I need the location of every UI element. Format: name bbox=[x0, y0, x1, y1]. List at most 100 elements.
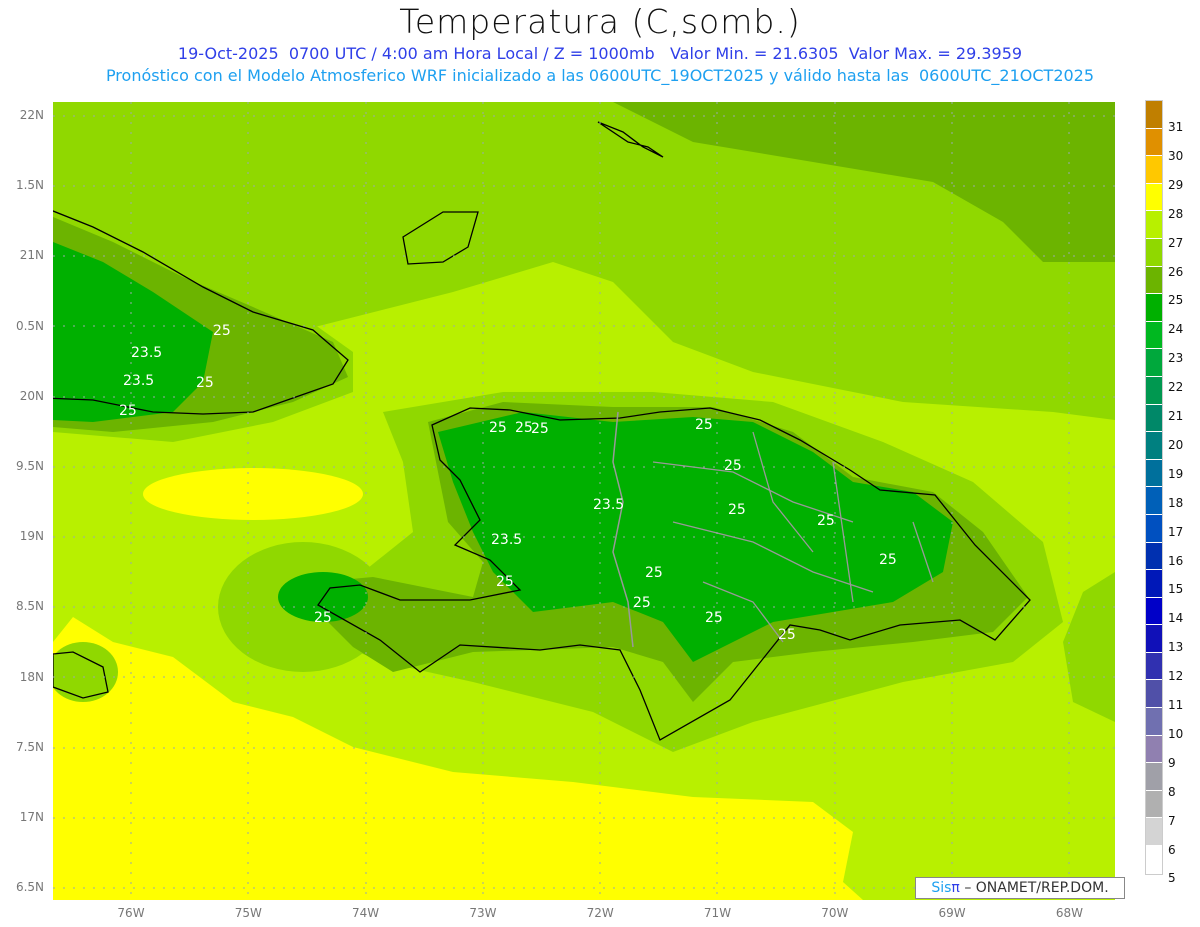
lat-label: 1.5N bbox=[15, 178, 44, 193]
colorbar-label: 22 bbox=[1168, 380, 1184, 395]
colorbar-label: 31 bbox=[1168, 120, 1184, 134]
colorbar-swatch bbox=[1146, 487, 1162, 515]
colorbar-label: 10 bbox=[1168, 726, 1184, 741]
colorbar-label: 13 bbox=[1168, 640, 1184, 655]
colorbar-swatch bbox=[1146, 846, 1162, 874]
contour-label: 25 bbox=[213, 323, 231, 339]
colorbar-swatch bbox=[1146, 790, 1162, 819]
colorbar-swatch bbox=[1146, 404, 1162, 433]
brand-pi: π bbox=[951, 880, 960, 896]
lon-label: 76W bbox=[117, 906, 145, 920]
colorbar-swatch bbox=[1146, 542, 1162, 571]
colorbar-label: 5 bbox=[1168, 871, 1176, 886]
colorbar-label: 27 bbox=[1168, 235, 1184, 250]
colorbar-swatch bbox=[1146, 459, 1162, 488]
colorbar-label: 30 bbox=[1168, 148, 1184, 163]
colorbar-label: 12 bbox=[1168, 669, 1184, 684]
colorbar-label: 15 bbox=[1168, 582, 1184, 597]
contour-label: 25 bbox=[531, 421, 549, 437]
contour-label: 25 bbox=[879, 552, 897, 568]
colorbar-swatch bbox=[1146, 128, 1162, 157]
colorbar-label: 14 bbox=[1168, 611, 1184, 626]
colorbar-label: 23 bbox=[1168, 351, 1184, 366]
lat-label: 22N bbox=[19, 108, 44, 122]
contour-label: 25 bbox=[817, 513, 835, 529]
colorbar-swatch bbox=[1146, 708, 1162, 736]
lat-label: 6.5N bbox=[15, 880, 44, 895]
lat-label: 21N bbox=[19, 248, 44, 263]
colorbar-swatch bbox=[1146, 101, 1162, 129]
colorbar-swatch bbox=[1146, 349, 1162, 377]
lon-label: 70W bbox=[821, 906, 849, 920]
colorbar-label: 25 bbox=[1168, 293, 1184, 308]
contour-label: 25 bbox=[705, 610, 723, 626]
contour-label: 25 bbox=[645, 565, 663, 581]
forecast-info-line: 19-Oct-2025 0700 UTC / 4:00 am Hora Loca… bbox=[177, 44, 1023, 63]
lat-label: 0.5N bbox=[15, 318, 44, 333]
credit-box: Sisπ – ONAMET/REP.DOM. bbox=[915, 877, 1125, 899]
colorbar-swatch bbox=[1146, 514, 1162, 543]
lat-label: 7.5N bbox=[15, 739, 44, 754]
lon-label: 71W bbox=[703, 906, 732, 920]
lat-label: 18N bbox=[19, 669, 44, 684]
model-info-line: Pronóstico con el Modelo Atmosferico WRF… bbox=[105, 66, 1095, 85]
lon-label: 69W bbox=[938, 906, 966, 920]
lat-label: 17N bbox=[19, 810, 44, 824]
colorbar-label: 16 bbox=[1168, 553, 1184, 568]
contour-label: 23.5 bbox=[131, 345, 162, 361]
contour-label: 23.5 bbox=[491, 532, 522, 548]
contour-label: 25 bbox=[314, 610, 332, 626]
colorbar-label: 19 bbox=[1168, 466, 1184, 481]
lon-label: 72W bbox=[586, 906, 614, 920]
lat-label: 8.5N bbox=[15, 599, 44, 614]
lat-label: 20N bbox=[19, 388, 44, 403]
contour-label: 25 bbox=[778, 627, 796, 643]
colorbar-swatch bbox=[1146, 211, 1162, 239]
colorbar-swatch bbox=[1146, 183, 1162, 212]
contour-label: 25 bbox=[728, 502, 746, 518]
colorbar-swatch bbox=[1146, 763, 1162, 791]
contour-label: 25 bbox=[489, 420, 507, 436]
colorbar-label: 18 bbox=[1168, 495, 1184, 510]
colorbar bbox=[1145, 100, 1163, 875]
colorbar-swatch bbox=[1146, 652, 1162, 681]
chart-title: Temperatura (C,somb.) bbox=[399, 2, 801, 41]
colorbar-label: 26 bbox=[1168, 264, 1184, 279]
contour-label: 25 bbox=[695, 417, 713, 433]
temperature-map: 25 23.5 23.5 25 25 25 25 25 25 23.5 25 25 23.5 25 25 25… bbox=[53, 102, 1115, 900]
colorbar-label: 20 bbox=[1168, 437, 1184, 452]
colorbar-label: 7 bbox=[1168, 813, 1176, 828]
credit-text: – ONAMET/REP.DOM. bbox=[964, 880, 1109, 896]
colorbar-swatch bbox=[1146, 266, 1162, 295]
contour-label: 25 bbox=[496, 574, 514, 590]
colorbar-swatch bbox=[1146, 735, 1162, 764]
colorbar-label: 17 bbox=[1168, 524, 1184, 539]
lon-label: 73W bbox=[469, 906, 497, 920]
colorbar-label: 28 bbox=[1168, 206, 1184, 221]
lon-label: 74W bbox=[352, 906, 380, 920]
colorbar-label: 24 bbox=[1168, 322, 1184, 337]
lon-label: 68W bbox=[1055, 906, 1083, 920]
colorbar-label: 11 bbox=[1168, 698, 1184, 712]
brand-sis: Sis bbox=[931, 880, 952, 896]
colorbar-swatch bbox=[1146, 597, 1162, 626]
contour-label: 25 bbox=[633, 595, 651, 611]
contour-label: 25 bbox=[119, 403, 137, 419]
colorbar-label: 21 bbox=[1168, 409, 1184, 423]
lat-label: 9.5N bbox=[15, 459, 44, 473]
contour-label: 23.5 bbox=[123, 373, 154, 389]
colorbar-swatch bbox=[1146, 680, 1162, 709]
temp-zone-28-west bbox=[143, 468, 363, 520]
contour-label: 25 bbox=[724, 458, 742, 474]
colorbar-swatch bbox=[1146, 156, 1162, 184]
colorbar-swatch bbox=[1146, 570, 1162, 598]
colorbar-label: 8 bbox=[1168, 784, 1176, 799]
colorbar-swatch bbox=[1146, 818, 1162, 847]
colorbar-swatch bbox=[1146, 432, 1162, 460]
lon-label: 75W bbox=[234, 906, 262, 920]
colorbar-swatch bbox=[1146, 294, 1162, 322]
colorbar-swatch bbox=[1146, 238, 1162, 267]
lat-label: 19N bbox=[19, 529, 44, 544]
colorbar-label: 9 bbox=[1168, 755, 1176, 770]
contour-label: 23.5 bbox=[593, 497, 624, 513]
